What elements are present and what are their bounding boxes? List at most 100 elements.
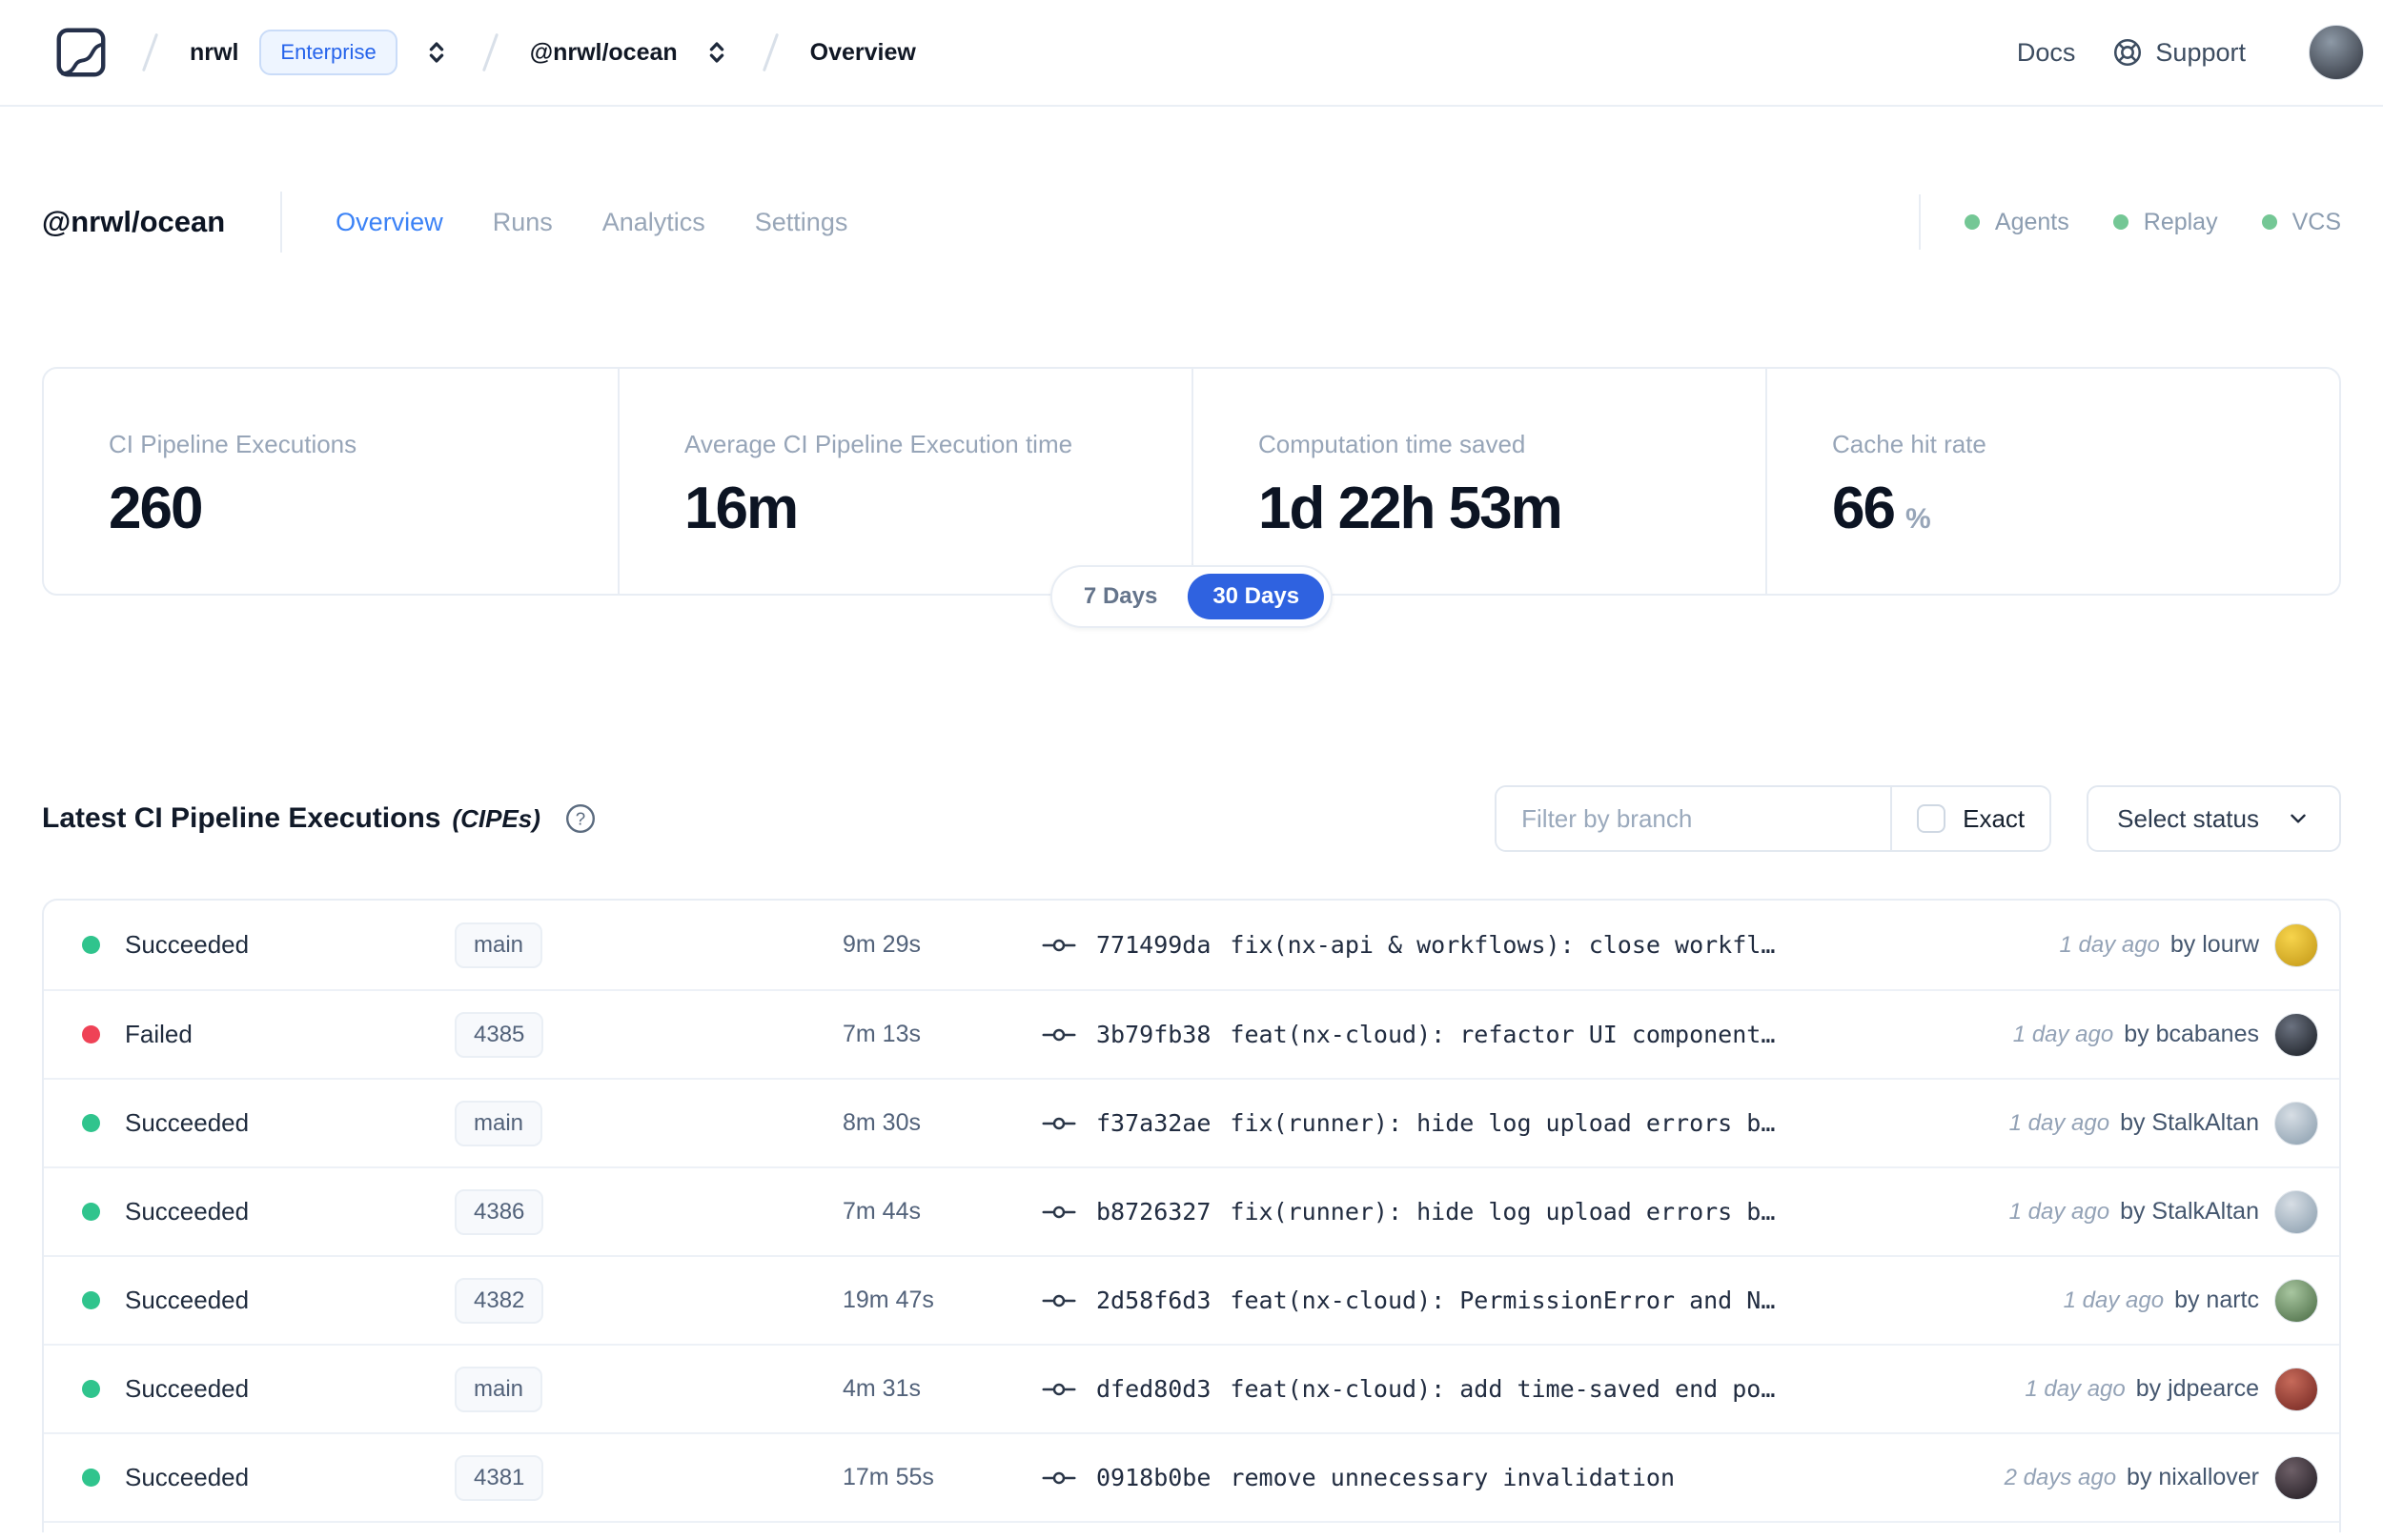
duration-label: 19m 47s: [843, 1287, 934, 1313]
breadcrumb-workspace[interactable]: @nrwl/ocean: [530, 39, 678, 67]
duration-label: 17m 55s: [843, 1464, 934, 1490]
org-switcher-chevrons-icon[interactable]: [422, 38, 451, 67]
support-label: Support: [2155, 37, 2246, 67]
divider: [280, 192, 283, 253]
commit-hash: 3b79fb38: [1096, 1021, 1212, 1048]
table-row[interactable]: Succeeded main 8m 30s f37a32ae fix(runne…: [44, 1078, 2339, 1166]
table-row[interactable]: Succeeded main 9m 29s 771499da fix(nx-ap…: [44, 901, 2339, 989]
commit-text[interactable]: b8726327 fix(runner): hide log upload er…: [1096, 1198, 1981, 1226]
lifebuoy-icon: [2114, 38, 2142, 67]
branch-badge[interactable]: 4385: [455, 1011, 544, 1058]
git-commit-icon: [1042, 1028, 1076, 1041]
cipe-table: Succeeded main 9m 29s 771499da fix(nx-ap…: [42, 899, 2341, 1532]
commit-text[interactable]: 0918b0be remove unnecessary invalidation: [1096, 1464, 1976, 1491]
workspace-tab[interactable]: Runs: [493, 208, 553, 237]
status-label: Succeeded: [125, 1197, 250, 1226]
branch-filter-group: Exact: [1495, 785, 2052, 852]
branch-badge[interactable]: 4382: [455, 1277, 544, 1324]
git-commit-icon: [1042, 1117, 1076, 1129]
support-link[interactable]: Support: [2111, 36, 2246, 69]
feature-indicator: VCS: [2261, 209, 2341, 236]
status-label: Succeeded: [125, 1374, 250, 1403]
workspace-switcher-chevrons-icon[interactable]: [703, 38, 731, 67]
breadcrumb-org[interactable]: nrwl: [190, 39, 238, 67]
duration-label: 4m 31s: [843, 1375, 921, 1402]
author-avatar[interactable]: [2274, 922, 2318, 967]
commit-text[interactable]: 771499da fix(nx-api & workflows): close …: [1096, 931, 2030, 959]
branch-filter-input[interactable]: [1497, 787, 1891, 850]
breadcrumb-slash: [762, 32, 779, 72]
workspace-tab[interactable]: Settings: [755, 208, 848, 237]
commit-message: fix(runner): hide log upload errors b…: [1230, 1109, 1776, 1137]
status-dot-icon: [82, 1025, 100, 1044]
exact-match-toggle[interactable]: Exact: [1890, 787, 2049, 850]
help-circle-icon[interactable]: ?: [563, 801, 598, 836]
author-label: by nixallover: [2127, 1464, 2259, 1490]
author-label: by nartc: [2174, 1287, 2259, 1313]
commit-message: feat(nx-cloud): PermissionError and N…: [1230, 1287, 1776, 1314]
status-dot-icon: [82, 1203, 100, 1221]
date-range-option[interactable]: 7 Days: [1059, 574, 1182, 619]
exact-checkbox[interactable]: [1917, 804, 1946, 833]
branch-badge[interactable]: main: [455, 922, 543, 968]
commit-message: feat(nx-cloud): refactor UI component…: [1230, 1021, 1776, 1048]
enterprise-badge: Enterprise: [259, 30, 397, 75]
section-title: Latest CI Pipeline Executions: [42, 802, 441, 834]
status-dot-icon: [82, 1469, 100, 1487]
workspace-tab[interactable]: Overview: [336, 208, 443, 237]
status-select[interactable]: Select status: [2087, 785, 2341, 852]
git-commit-icon: [1042, 1206, 1076, 1218]
nx-cloud-logo-icon[interactable]: [51, 23, 111, 82]
status-dot-icon: [1964, 214, 1980, 230]
stats-section: CI Pipeline Executions 260 Average CI Pi…: [42, 367, 2341, 628]
user-avatar[interactable]: [2309, 25, 2364, 80]
author-avatar[interactable]: [2274, 1455, 2318, 1500]
branch-badge[interactable]: 4386: [455, 1188, 544, 1235]
stat-value: 66: [1832, 476, 1896, 541]
stat-card: Computation time saved 1d 22h 53m: [1192, 369, 1765, 594]
commit-text[interactable]: 2d58f6d3 feat(nx-cloud): PermissionError…: [1096, 1287, 2035, 1314]
duration-label: 8m 30s: [843, 1109, 921, 1136]
author-avatar[interactable]: [2274, 1012, 2318, 1057]
status-dot-icon: [82, 1380, 100, 1398]
commit-text[interactable]: dfed80d3 feat(nx-cloud): add time-saved …: [1096, 1375, 1996, 1403]
table-row[interactable]: Succeeded main 4m 31s dfed80d3 feat(nx-c…: [44, 1344, 2339, 1432]
author-label: by jdpearce: [2135, 1375, 2259, 1402]
divider: [1918, 194, 1921, 250]
git-commit-icon: [1042, 1471, 1076, 1484]
time-ago-label: 1 day ago: [2012, 1022, 2114, 1047]
author-avatar[interactable]: [2274, 1278, 2318, 1323]
chevron-down-icon: [2291, 814, 2306, 823]
status-label: Failed: [125, 1020, 193, 1048]
author-avatar[interactable]: [2274, 1367, 2318, 1411]
date-range-option[interactable]: 30 Days: [1188, 574, 1325, 619]
author-label: by StalkAltan: [2120, 1198, 2259, 1225]
commit-text[interactable]: f37a32ae fix(runner): hide log upload er…: [1096, 1109, 1981, 1137]
table-row[interactable]: Succeeded 4382 19m 47s 2d58f6d3 feat(nx-…: [44, 1255, 2339, 1344]
branch-badge[interactable]: 4381: [455, 1454, 544, 1501]
date-range-toggle: 7 Days 30 Days: [1049, 565, 1334, 628]
commit-message: feat(nx-cloud): add time-saved end po…: [1230, 1375, 1776, 1403]
table-row[interactable]: Succeeded 4381 17m 55s 0918b0be remove u…: [44, 1432, 2339, 1521]
workspace-tab[interactable]: Analytics: [602, 208, 705, 237]
commit-text[interactable]: 3b79fb38 feat(nx-cloud): refactor UI com…: [1096, 1021, 1985, 1048]
table-row[interactable]: Succeeded 4386 7m 44s b8726327 fix(runne…: [44, 1166, 2339, 1255]
branch-badge[interactable]: main: [455, 1100, 543, 1146]
docs-link[interactable]: Docs: [2017, 38, 2076, 68]
status-label: Succeeded: [125, 1463, 250, 1491]
stat-card: CI Pipeline Executions 260: [109, 430, 357, 541]
status-dot-icon: [2261, 214, 2277, 230]
commit-hash: 2d58f6d3: [1096, 1287, 1212, 1314]
author-avatar[interactable]: [2274, 1189, 2318, 1234]
branch-badge[interactable]: main: [455, 1366, 543, 1412]
workspace-tabs: Overview Runs Analytics Settings: [336, 208, 847, 237]
duration-label: 7m 13s: [843, 1021, 921, 1047]
workspace-header: @nrwl/ocean Overview Runs Analytics Setting…: [42, 189, 2341, 255]
table-row[interactable]: Failed 4385 7m 13s 3b79fb38 feat(nx-clou…: [44, 989, 2339, 1078]
breadcrumb-page: Overview: [809, 38, 916, 66]
stat-card: Cache hit rate 66 %: [1765, 369, 2339, 594]
stat-value: 1d 22h 53m: [1258, 476, 1563, 541]
author-label: by bcabanes: [2124, 1021, 2259, 1047]
author-avatar[interactable]: [2274, 1101, 2318, 1145]
git-commit-icon: [1042, 1383, 1076, 1395]
